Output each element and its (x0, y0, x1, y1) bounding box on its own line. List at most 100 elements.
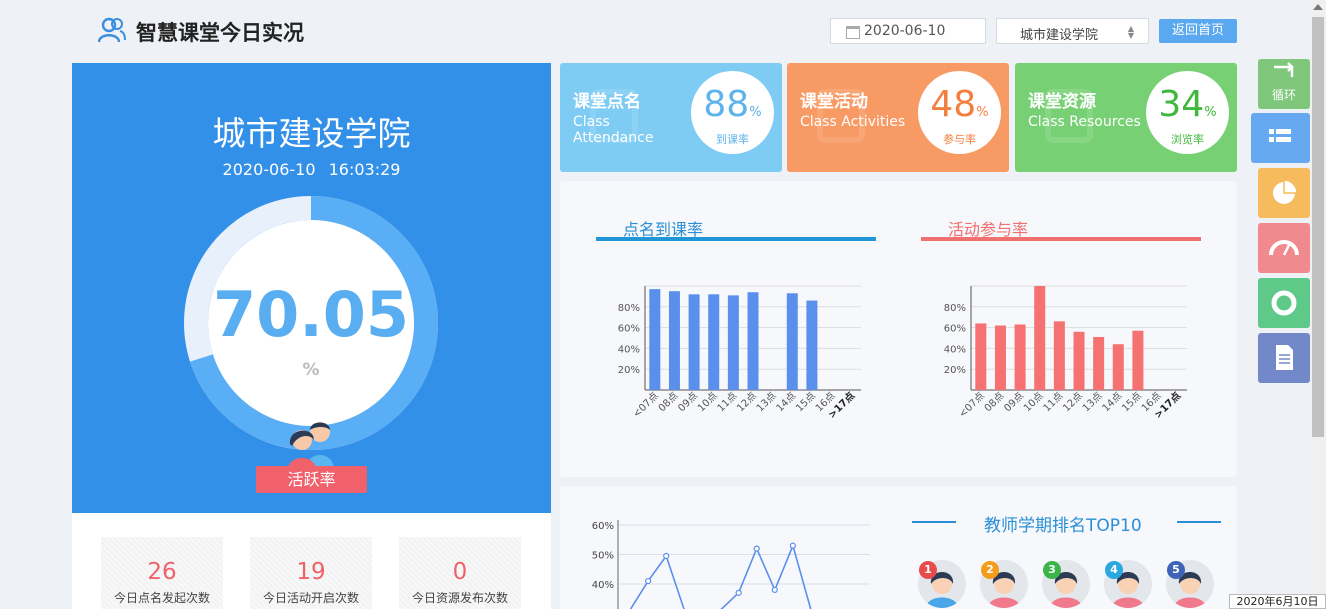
stat-label: 今日资源发布次数 (411, 591, 508, 605)
date-picker[interactable]: 2020-06-10 (830, 18, 986, 44)
y-tick-label: 60% (944, 324, 966, 335)
kpi-circle: 34% 浏览率 (1146, 71, 1229, 154)
bar (786, 293, 798, 390)
toolbar-document-button[interactable] (1258, 333, 1310, 383)
rank-badge: 2 (981, 561, 999, 579)
kpi-subtitle: Class Attendance (573, 114, 654, 146)
toolbar-loop-button[interactable]: 循环 (1258, 59, 1310, 109)
x-tick-label: 09点 (676, 390, 701, 415)
activity-title-underline (921, 237, 1201, 241)
select-arrows-icon: ▲ ▼ (1127, 24, 1134, 40)
stat-value: 19 (296, 559, 326, 585)
attendance-bar-chart: 20% 40% 60% 80% <07点08点09点10点11点12点13点14点15点… (618, 285, 861, 421)
kpi-value: 88% (703, 84, 762, 125)
taskbar-date: 2020年6月10日 (1229, 594, 1326, 609)
current-time: 16:03:29 (328, 160, 401, 179)
kpi-card-attendance[interactable]: 课堂点名 Class Attendance 88% 到课率 (560, 63, 782, 172)
toolbar-list-button[interactable] (1251, 113, 1310, 163)
bar (1132, 330, 1144, 390)
x-tick-label: 14点 (1100, 390, 1125, 415)
bar (668, 291, 680, 390)
x-tick-label: 13点 (754, 390, 779, 415)
kpi-card-resources[interactable]: 课堂资源 Class Resources 34% 浏览率 (1015, 63, 1237, 172)
top10-right-rule (1177, 521, 1221, 523)
data-point (789, 542, 796, 549)
data-point (771, 586, 778, 594)
rank-badge: 3 (1043, 561, 1061, 579)
x-tick-label: 11点 (1041, 390, 1066, 415)
x-tick-label: 12点 (735, 390, 760, 415)
bar (975, 323, 987, 390)
x-tick-label: 08点 (656, 390, 681, 415)
activity-bar-chart: 20% 40% 60% 80% <07点08点09点10点11点12点13点14点15点… (944, 285, 1187, 421)
bar (994, 325, 1006, 390)
scrollbar-thumb[interactable] (1312, 17, 1324, 437)
data-point (663, 552, 670, 560)
x-tick-label: 09点 (1002, 390, 1027, 415)
kpi-circle: 88% 到课率 (691, 71, 774, 154)
bar (1053, 321, 1065, 390)
college-select[interactable]: 城市建设学院 ▲ ▼ (996, 18, 1149, 44)
date-value: 2020-06-10 (864, 23, 946, 39)
x-tick-label: 12点 (1061, 390, 1086, 415)
trend-line-chart: 60% 50% 40% (592, 520, 870, 609)
bar (708, 294, 720, 390)
scroll-up-arrow-icon[interactable] (1313, 4, 1323, 10)
kpi-value: 48% (930, 84, 989, 125)
y-tick-label: 50% (592, 551, 614, 562)
current-datetime: 2020-06-10 16:03:29 (72, 160, 551, 179)
kpi-subtitle: Class Resources (1028, 114, 1141, 130)
y-tick-label: 40% (944, 344, 966, 355)
stat-label: 今日点名发起次数 (113, 591, 210, 605)
stat-label: 今日活动开启次数 (262, 591, 359, 605)
college-select-value: 城市建设学院 (1020, 28, 1099, 43)
rank-badge: 5 (1167, 561, 1185, 579)
kpi-subtitle: Class Activities (800, 114, 906, 130)
x-tick-label: 10点 (695, 390, 720, 415)
document-icon (1276, 345, 1293, 370)
y-tick-label: 20% (618, 365, 640, 376)
college-name: 城市建设学院 (212, 114, 411, 153)
page-title: 智慧课堂今日实况 (136, 21, 304, 45)
bar (747, 292, 759, 390)
data-point (644, 577, 652, 585)
stat-value: 26 (147, 559, 177, 585)
toolbar-gauge-button[interactable] (1258, 223, 1310, 273)
activity-rate-button[interactable]: 活跃率 (256, 466, 367, 493)
y-tick-label: 80% (944, 303, 966, 314)
bar (806, 300, 818, 390)
activity-rate-unit: % (302, 360, 320, 380)
y-tick-label: 40% (618, 344, 640, 355)
kpi-card-activities[interactable]: 课堂活动 Class Activities 48% 参与率 (787, 63, 1009, 172)
stat-resource-count: 0 今日资源发布次数 (399, 537, 521, 609)
rank-badge: 1 (919, 561, 937, 579)
kpi-title: 课堂点名 (573, 92, 641, 112)
activity-rate-value: 70.05 (212, 278, 410, 351)
x-tick-label: <07点 (630, 390, 660, 420)
kpi-value: 34% (1158, 84, 1217, 125)
current-date: 2020-06-10 (222, 160, 316, 179)
kpi-caption: 到课率 (716, 133, 749, 146)
stat-activity-count: 19 今日活动开启次数 (250, 537, 372, 609)
toolbar-donut-button[interactable] (1258, 278, 1310, 328)
bar (1093, 336, 1105, 390)
y-tick-label: 20% (944, 365, 966, 376)
kpi-circle: 48% 参与率 (918, 71, 1001, 154)
stat-attendance-count: 26 今日点名发起次数 (101, 537, 223, 609)
calendar-icon (846, 26, 860, 39)
bar (1014, 324, 1026, 390)
x-tick-label: 08点 (982, 390, 1007, 415)
y-tick-label: 60% (592, 521, 614, 532)
x-tick-label: <07点 (956, 390, 986, 420)
series-line (629, 543, 812, 609)
x-tick-label: 15点 (793, 390, 818, 415)
bar (688, 294, 700, 390)
x-tick-label: 10点 (1021, 390, 1046, 415)
toolbar-pie-button[interactable] (1258, 168, 1310, 218)
home-button[interactable]: 返回首页 (1159, 19, 1237, 43)
pie-icon (1273, 179, 1298, 204)
kpi-title: 课堂活动 (800, 92, 868, 112)
x-tick-label: 11点 (715, 390, 740, 415)
kpi-caption: 浏览率 (1171, 133, 1204, 146)
list-icon (1269, 129, 1291, 142)
